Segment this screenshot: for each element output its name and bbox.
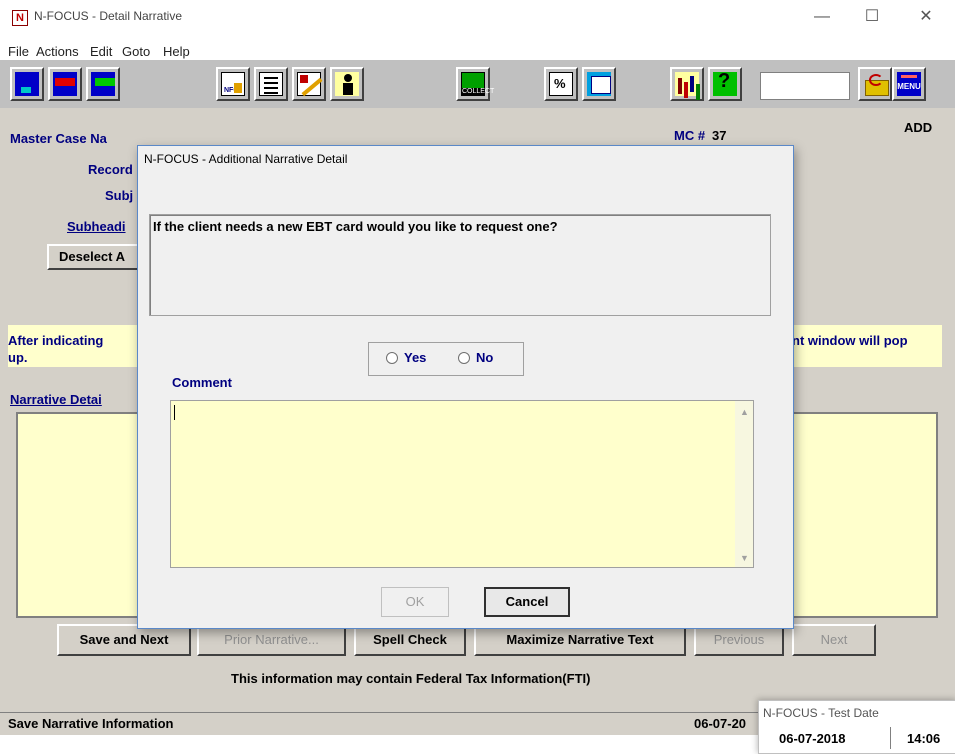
text-cursor bbox=[174, 405, 175, 420]
comment-label: Comment bbox=[172, 375, 232, 390]
menu-help[interactable]: Help bbox=[163, 44, 190, 59]
subheading-label[interactable]: Subheadi bbox=[67, 219, 126, 234]
status-date: 06-07-20 bbox=[694, 716, 747, 731]
collect-icon[interactable]: COLLECT bbox=[456, 67, 494, 101]
scroll-up-icon[interactable]: ▲ bbox=[740, 407, 749, 417]
deselect-all-button[interactable]: Deselect A bbox=[47, 244, 140, 270]
additional-narrative-dialog: N-FOCUS - Additional Narrative Detail If… bbox=[137, 145, 794, 629]
question-box: If the client needs a new EBT card would… bbox=[149, 214, 771, 316]
menu-file[interactable]: File bbox=[8, 44, 29, 59]
yes-radio[interactable] bbox=[386, 352, 398, 364]
edit-pencil-icon[interactable] bbox=[292, 67, 326, 101]
grid-view-icon[interactable] bbox=[582, 67, 616, 101]
maximize-button[interactable]: ☐ bbox=[852, 4, 892, 30]
menu-actions[interactable]: Actions bbox=[36, 44, 79, 59]
toolbar-blank-field bbox=[760, 72, 850, 100]
ok-button[interactable]: OK bbox=[381, 587, 449, 617]
narrative-detail-label: Narrative Detai bbox=[10, 392, 102, 407]
question-text: If the client needs a new EBT card would… bbox=[153, 219, 558, 234]
next-button[interactable]: Next bbox=[792, 624, 876, 656]
mc-number-value: 37 bbox=[712, 128, 727, 143]
folder-open-icon[interactable] bbox=[858, 67, 892, 101]
subject-label: Subj bbox=[105, 188, 134, 203]
calculator-icon[interactable]: % bbox=[544, 67, 578, 101]
toast-title: N-FOCUS - Test Date bbox=[763, 706, 879, 720]
mc-number-label: MC # bbox=[674, 128, 706, 143]
comment-scrollbar[interactable]: ▲ ▼ bbox=[735, 401, 753, 567]
forward-arrow-icon[interactable] bbox=[86, 67, 120, 101]
menu-icon[interactable]: MENU bbox=[892, 67, 926, 101]
comment-textarea[interactable]: ▲ ▼ bbox=[170, 400, 754, 568]
info-text-line2: up. bbox=[8, 350, 28, 365]
toast-divider bbox=[890, 727, 891, 749]
app-icon: N bbox=[12, 10, 28, 26]
bar-chart-icon[interactable] bbox=[670, 67, 704, 101]
master-case-label: Master Case Na bbox=[10, 131, 107, 146]
no-label[interactable]: No bbox=[476, 350, 493, 365]
toast-time: 14:06 bbox=[907, 731, 941, 746]
new-window-icon[interactable] bbox=[10, 67, 44, 101]
test-date-toast: N-FOCUS - Test Date 06-07-2018 14:06 bbox=[758, 700, 955, 754]
scroll-down-icon[interactable]: ▼ bbox=[740, 553, 749, 563]
dialog-title: N-FOCUS - Additional Narrative Detail bbox=[144, 152, 348, 166]
mode-indicator: ADD bbox=[904, 120, 933, 135]
yes-no-radio-group: Yes No bbox=[368, 342, 524, 376]
no-radio[interactable] bbox=[458, 352, 470, 364]
record-label: Record bbox=[88, 162, 133, 177]
close-button[interactable]: ✕ bbox=[906, 4, 946, 30]
help-question-icon[interactable]: ? bbox=[708, 67, 742, 101]
info-text-right: nt window will pop bbox=[792, 333, 908, 348]
menu-edit[interactable]: Edit bbox=[90, 44, 112, 59]
toolbar: NFO COLLECT % ? MENU bbox=[0, 60, 955, 109]
nfo-icon[interactable]: NFO bbox=[216, 67, 250, 101]
yes-label[interactable]: Yes bbox=[404, 350, 426, 365]
person-icon[interactable] bbox=[330, 67, 364, 101]
info-text-left: After indicating bbox=[8, 333, 104, 348]
window-title: N-FOCUS - Detail Narrative bbox=[34, 9, 183, 23]
back-arrow-icon[interactable] bbox=[48, 67, 82, 101]
fti-notice: This information may contain Federal Tax… bbox=[231, 671, 591, 686]
minimize-button[interactable]: — bbox=[802, 4, 842, 30]
menu-goto[interactable]: Goto bbox=[122, 44, 150, 59]
status-text: Save Narrative Information bbox=[8, 716, 174, 731]
cancel-button[interactable]: Cancel bbox=[484, 587, 570, 617]
toast-date: 06-07-2018 bbox=[779, 731, 846, 746]
document-list-icon[interactable] bbox=[254, 67, 288, 101]
